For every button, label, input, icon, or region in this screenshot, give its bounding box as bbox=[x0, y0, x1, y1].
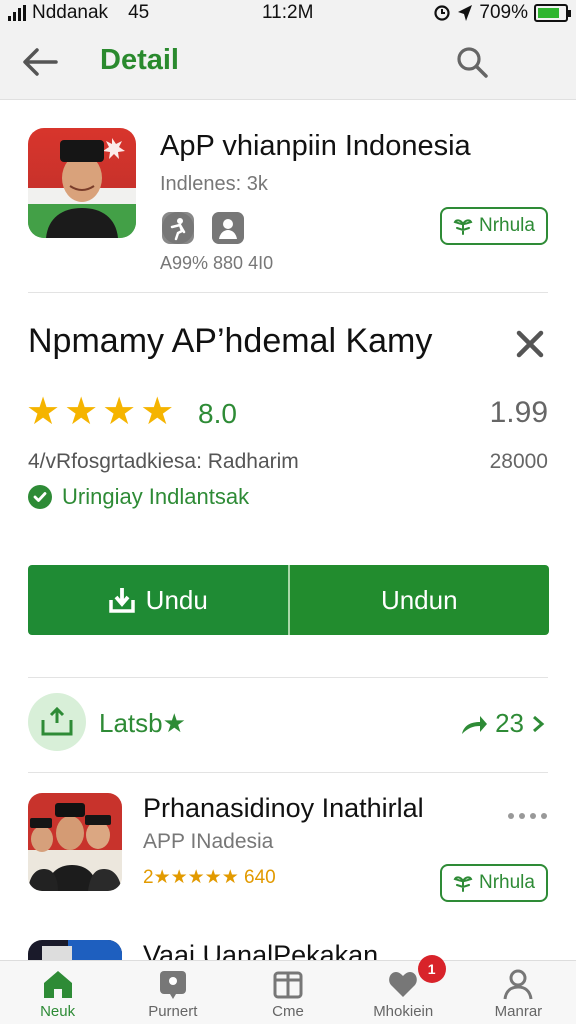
card-title: Npmamy AP’hdemal Kamy bbox=[28, 322, 433, 360]
divider bbox=[28, 677, 548, 678]
verified-row: Uringiay Indlantsak bbox=[28, 484, 249, 510]
signal-icon bbox=[8, 5, 26, 21]
app-header: Detail bbox=[0, 26, 576, 100]
share-arrow-icon bbox=[462, 715, 488, 734]
status-time: 11:2M bbox=[262, 2, 314, 23]
app-subtitle: Indlenes: 3k bbox=[160, 173, 268, 195]
app-icon bbox=[28, 128, 136, 238]
star-icon: ★ bbox=[26, 391, 61, 433]
nav-item-profile[interactable]: Manrar bbox=[461, 961, 576, 1024]
nav-label: Manrar bbox=[494, 1003, 543, 1020]
divider bbox=[28, 292, 548, 293]
list-item-action-label: Nrhula bbox=[479, 872, 535, 893]
download-button[interactable]: Undu bbox=[28, 565, 290, 635]
heart-icon bbox=[389, 972, 418, 997]
bottom-nav: Neuk Purnert Cme Mhokiein 1 Manrar bbox=[0, 955, 576, 1024]
nav-item-explore[interactable]: Purnert bbox=[115, 961, 230, 1024]
map-pin-icon bbox=[159, 971, 186, 999]
check-icon bbox=[28, 485, 52, 509]
chevron-right-icon bbox=[533, 715, 545, 732]
location-icon bbox=[458, 5, 473, 21]
download-count: 28000 bbox=[489, 450, 548, 473]
sprout-icon bbox=[453, 219, 473, 235]
nav-item-home[interactable]: Neuk bbox=[0, 961, 115, 1024]
verified-label: Uringiay Indlantsak bbox=[62, 484, 250, 509]
notification-badge: 1 bbox=[417, 955, 446, 983]
group-portrait-icon bbox=[28, 803, 122, 891]
user-badge-icon bbox=[212, 212, 244, 244]
page-title: Detail bbox=[100, 44, 179, 76]
nav-label: Purnert bbox=[148, 1003, 198, 1020]
star-icon: ★ bbox=[102, 391, 137, 433]
status-right: 709% bbox=[433, 2, 571, 24]
sprout-icon bbox=[453, 876, 473, 892]
install-button[interactable]: Undun bbox=[289, 565, 549, 635]
download-button-label: Undu bbox=[145, 584, 208, 615]
alarm-icon bbox=[434, 5, 450, 21]
home-icon bbox=[43, 971, 72, 998]
latest-link[interactable]: 23 bbox=[459, 708, 546, 739]
person-icon bbox=[503, 969, 533, 1000]
app-action-label: Nrhula bbox=[479, 215, 535, 236]
portrait-icon bbox=[28, 138, 136, 238]
partial-item-title[interactable]: Vaai UanalPekakan bbox=[143, 940, 378, 962]
upload-tray-icon bbox=[28, 693, 86, 751]
box-icon bbox=[273, 971, 303, 999]
nav-label: Cme bbox=[272, 1003, 304, 1020]
list-item-subtitle: APP INadesia bbox=[143, 830, 274, 853]
nav-label: Mhokiein bbox=[373, 1003, 434, 1020]
status-left: Nddanak 45 bbox=[8, 2, 149, 24]
more-options-icon[interactable] bbox=[508, 813, 547, 819]
price: 1.99 bbox=[489, 396, 548, 429]
rating-value: 8.0 bbox=[198, 398, 237, 429]
search-icon[interactable] bbox=[454, 44, 490, 80]
nav-item-favorites[interactable]: Mhokiein 1 bbox=[346, 955, 461, 1024]
latest-label: Latsb★ bbox=[99, 708, 186, 738]
action-buttons: Undu Undun bbox=[28, 565, 549, 635]
list-item-action-button[interactable]: Nrhula bbox=[440, 864, 548, 902]
list-item-icon[interactable] bbox=[28, 793, 122, 891]
app-action-button[interactable]: Nrhula bbox=[440, 207, 548, 245]
network-type: 45 bbox=[128, 2, 150, 23]
status-bar: Nddanak 45 11:2M 709% bbox=[0, 0, 576, 26]
app-name: ApP vhianpiin Indonesia bbox=[160, 130, 471, 162]
app-description: 4/vRfosgrtadkiesa: Radharim bbox=[28, 450, 299, 473]
battery-icon bbox=[534, 4, 571, 22]
download-icon bbox=[108, 588, 135, 613]
star-icon: ★ bbox=[140, 391, 175, 433]
nav-label: Neuk bbox=[40, 1003, 76, 1020]
child-badge-icon bbox=[162, 212, 194, 244]
rating-stars: ★ ★ ★ ★ bbox=[26, 392, 174, 432]
close-icon[interactable] bbox=[512, 326, 548, 362]
list-item-title[interactable]: Prhanasidinoy Inathirlal bbox=[143, 793, 424, 824]
install-button-label: Undun bbox=[380, 584, 458, 615]
back-arrow-icon[interactable] bbox=[20, 44, 60, 80]
battery-percent: 709% bbox=[479, 2, 528, 23]
carrier-name: Nddanak bbox=[32, 2, 109, 23]
divider bbox=[28, 772, 548, 773]
list-item-rating: 2★★★★★ 640 bbox=[143, 867, 276, 888]
latest-count: 23 bbox=[495, 708, 524, 738]
app-meta: A99% 880 4I0 bbox=[160, 253, 274, 273]
star-icon: ★ bbox=[64, 391, 99, 433]
nav-item-store[interactable]: Cme bbox=[230, 961, 345, 1024]
